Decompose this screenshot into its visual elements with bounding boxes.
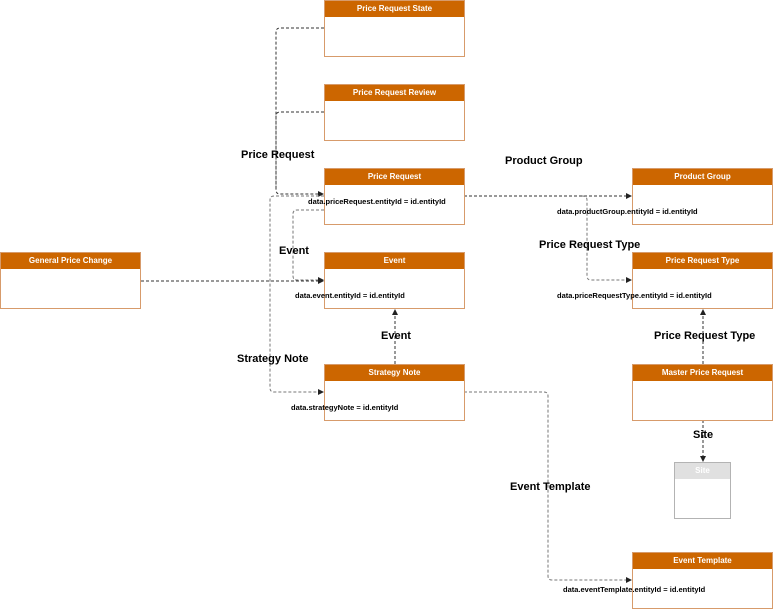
entity-title: Event <box>325 253 464 269</box>
relationship-label: Product Group <box>505 155 583 167</box>
entity-price-request-review[interactable]: Price Request Review <box>324 84 465 141</box>
join-condition-label: data.eventTemplate.entityId = id.entityI… <box>563 585 706 594</box>
relationship-label: Event <box>279 245 309 257</box>
entity-price-request-type[interactable]: Price Request Type <box>632 252 773 309</box>
join-condition-label: data.strategyNote = id.entityId <box>291 403 399 412</box>
entity-title: General Price Change <box>1 253 140 269</box>
relationship-label: Price Request Type <box>539 239 641 251</box>
edge-state-to-price-request <box>275 27 324 197</box>
relationship-label: Price Request <box>241 149 315 161</box>
entity-title: Site <box>675 463 730 479</box>
entity-title: Price Request Type <box>633 253 772 269</box>
entity-price-request-state[interactable]: Price Request State <box>324 0 465 57</box>
entity-event[interactable]: Event <box>324 252 465 309</box>
entity-general-price-change[interactable]: General Price Change <box>0 252 141 309</box>
join-condition-label: data.priceRequest.entityId = id.entityId <box>308 197 446 206</box>
entity-strategy-note[interactable]: Strategy Note <box>324 364 465 421</box>
entity-title: Price Request State <box>325 1 464 17</box>
entity-title: Product Group <box>633 169 772 185</box>
entity-title: Master Price Request <box>633 365 772 381</box>
entity-title: Event Template <box>633 553 772 569</box>
join-condition-label: data.productGroup.entityId = id.entityId <box>557 207 698 216</box>
relationship-label: Event <box>381 330 411 342</box>
relationship-label: Event Template <box>510 481 591 493</box>
entity-title: Price Request Review <box>325 85 464 101</box>
relationship-label: Strategy Note <box>237 353 309 365</box>
entity-event-template[interactable]: Event Template <box>632 552 773 609</box>
relationship-label: Site <box>693 429 714 441</box>
entity-title: Price Request <box>325 169 464 185</box>
entity-title: Strategy Note <box>325 365 464 381</box>
entity-product-group[interactable]: Product Group <box>632 168 773 225</box>
join-condition-label: data.priceRequestType.entityId = id.enti… <box>557 291 712 300</box>
relationship-label: Price Request Type <box>654 330 756 342</box>
entity-site[interactable]: Site <box>674 462 731 519</box>
entity-master-price-request[interactable]: Master Price Request <box>632 364 773 421</box>
join-condition-label: data.event.entityId = id.entityId <box>295 291 405 300</box>
